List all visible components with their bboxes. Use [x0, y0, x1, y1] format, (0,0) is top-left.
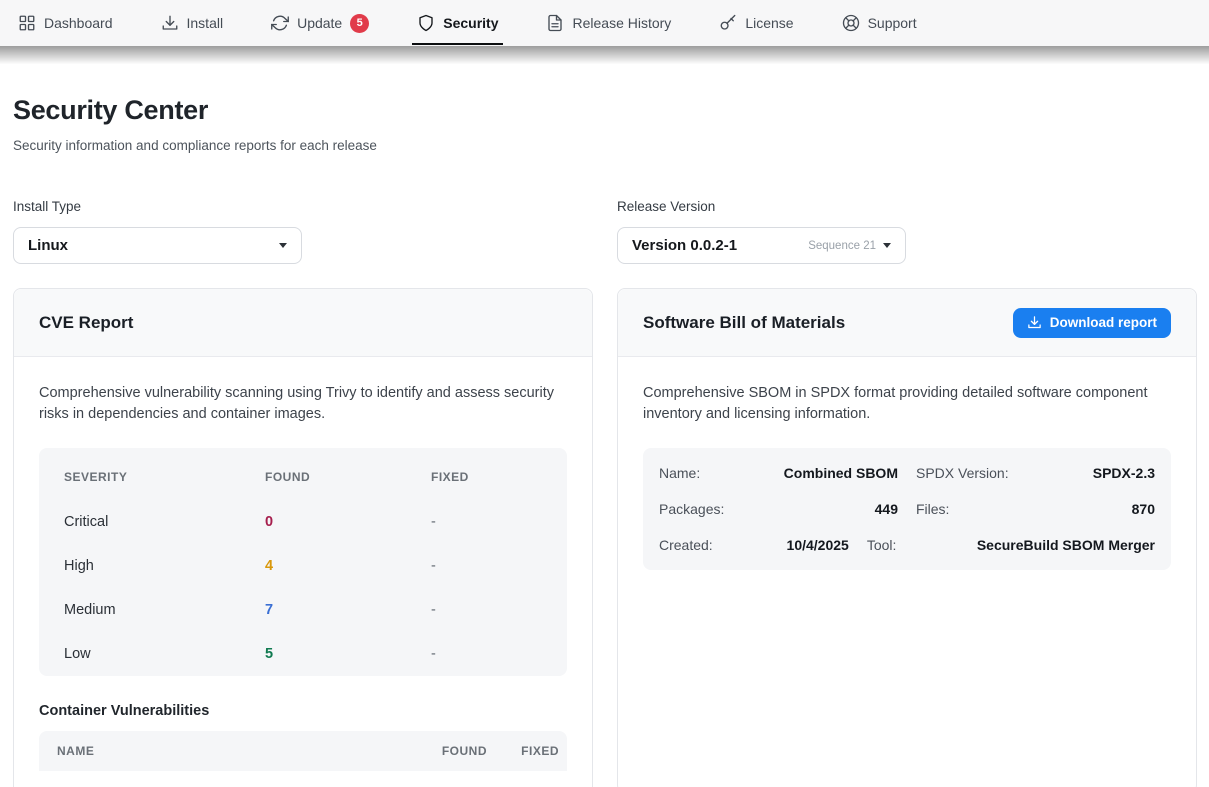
severity-table: SEVERITY FOUND FIXED Critical 0 - High 4…: [39, 448, 567, 676]
table-row: Medium 7 -: [39, 588, 567, 632]
info-value: SecureBuild SBOM Merger: [977, 537, 1155, 553]
table-row: Packages: 449 Files: 870: [659, 491, 1155, 527]
release-version-value: Version 0.0.2-1: [632, 237, 808, 254]
fixed-count: -: [431, 646, 542, 662]
severity-table-header: SEVERITY FOUND FIXED: [39, 448, 567, 500]
install-type-select[interactable]: Linux: [13, 227, 302, 264]
release-version-select[interactable]: Version 0.0.2-1 Sequence 21: [617, 227, 906, 264]
cve-report-card: CVE Report Comprehensive vulnerability s…: [13, 288, 593, 787]
info-label: Packages:: [659, 501, 769, 517]
nav-label: Update: [297, 15, 342, 31]
nav-label: Support: [868, 15, 917, 31]
nav-shadow-divider: [0, 46, 1209, 64]
sbom-card-title: Software Bill of Materials: [643, 313, 845, 333]
release-sequence-label: Sequence 21: [808, 240, 876, 252]
info-label: Files:: [916, 501, 1026, 517]
severity-label: Critical: [64, 514, 265, 530]
info-label: SPDX Version:: [916, 465, 1026, 481]
nav-label: License: [745, 15, 793, 31]
found-count: 0: [265, 514, 431, 530]
info-label: Name:: [659, 465, 769, 481]
nav-label: Security: [443, 15, 498, 31]
found-count: 7: [265, 602, 431, 618]
nav-item-update[interactable]: Update 5: [269, 0, 371, 46]
column-found: FOUND: [415, 744, 487, 758]
shield-icon: [417, 14, 435, 32]
download-icon: [161, 14, 179, 32]
install-type-field: Install Type Linux: [13, 199, 593, 264]
info-value: Combined SBOM: [769, 465, 898, 481]
chevron-down-icon: [883, 243, 891, 248]
fixed-count: -: [431, 514, 542, 530]
download-report-label: Download report: [1050, 315, 1157, 330]
table-row: Name: Combined SBOM SPDX Version: SPDX-2…: [659, 455, 1155, 491]
sbom-description: Comprehensive SBOM in SPDX format provid…: [643, 383, 1168, 425]
lifebuoy-icon: [842, 14, 860, 32]
nav-item-release-history[interactable]: Release History: [544, 0, 673, 46]
sbom-card: Software Bill of Materials Download repo…: [617, 288, 1197, 787]
filters-row: Install Type Linux Release Version Versi…: [13, 199, 1196, 264]
nav-item-license[interactable]: License: [717, 0, 795, 46]
fixed-count: -: [431, 558, 542, 574]
page-subtitle: Security information and compliance repo…: [13, 138, 1196, 153]
column-found: FOUND: [265, 470, 431, 484]
container-vulnerabilities-header: NAME FOUND FIXED: [39, 731, 567, 771]
sbom-card-header: Software Bill of Materials Download repo…: [618, 289, 1196, 357]
key-icon: [719, 14, 737, 32]
severity-label: Medium: [64, 602, 265, 618]
severity-label: Low: [64, 646, 265, 662]
nav-label: Install: [187, 15, 224, 31]
cve-description: Comprehensive vulnerability scanning usi…: [39, 383, 564, 425]
nav-item-support[interactable]: Support: [840, 0, 919, 46]
sbom-info-table: Name: Combined SBOM SPDX Version: SPDX-2…: [643, 448, 1171, 570]
info-value: 870: [1026, 501, 1155, 517]
download-icon: [1027, 315, 1042, 330]
main-content: Security Center Security information and…: [0, 95, 1209, 787]
table-row: Critical 0 -: [39, 500, 567, 544]
nav-item-install[interactable]: Install: [159, 0, 226, 46]
table-row: Created: 10/4/2025 Tool: SecureBuild SBO…: [659, 527, 1155, 563]
cve-card-header: CVE Report: [14, 289, 592, 357]
download-report-button[interactable]: Download report: [1013, 308, 1171, 338]
install-type-label: Install Type: [13, 199, 593, 214]
column-name: NAME: [57, 744, 415, 758]
table-row: High 4 -: [39, 544, 567, 588]
cve-card-body: Comprehensive vulnerability scanning usi…: [14, 357, 592, 787]
table-row: Low 5 -: [39, 632, 567, 676]
cve-card-title: CVE Report: [39, 313, 133, 333]
found-count: 5: [265, 646, 431, 662]
container-vulnerabilities-title: Container Vulnerabilities: [39, 703, 567, 719]
info-value: 449: [769, 501, 898, 517]
nav-item-dashboard[interactable]: Dashboard: [16, 0, 115, 46]
fixed-count: -: [431, 602, 542, 618]
info-label: Tool:: [867, 537, 977, 553]
report-cards: CVE Report Comprehensive vulnerability s…: [13, 288, 1196, 787]
nav-item-security[interactable]: Security: [415, 0, 500, 46]
refresh-icon: [271, 14, 289, 32]
column-severity: SEVERITY: [64, 470, 265, 484]
update-count-badge: 5: [350, 14, 369, 33]
sbom-card-body: Comprehensive SBOM in SPDX format provid…: [618, 357, 1196, 596]
release-version-field: Release Version Version 0.0.2-1 Sequence…: [617, 199, 1197, 264]
info-value: 10/4/2025: [769, 537, 849, 553]
column-fixed: FIXED: [431, 470, 542, 484]
info-label: Created:: [659, 537, 769, 553]
install-type-value: Linux: [28, 237, 279, 254]
found-count: 4: [265, 558, 431, 574]
info-value: SPDX-2.3: [1026, 465, 1155, 481]
release-version-label: Release Version: [617, 199, 1197, 214]
grid-icon: [18, 14, 36, 32]
column-fixed: FIXED: [487, 744, 559, 758]
top-navigation: Dashboard Install Update 5 Security Rele…: [0, 0, 1209, 46]
nav-label: Dashboard: [44, 15, 113, 31]
page-title: Security Center: [13, 95, 1196, 126]
severity-label: High: [64, 558, 265, 574]
nav-label: Release History: [572, 15, 671, 31]
chevron-down-icon: [279, 243, 287, 248]
document-icon: [546, 14, 564, 32]
